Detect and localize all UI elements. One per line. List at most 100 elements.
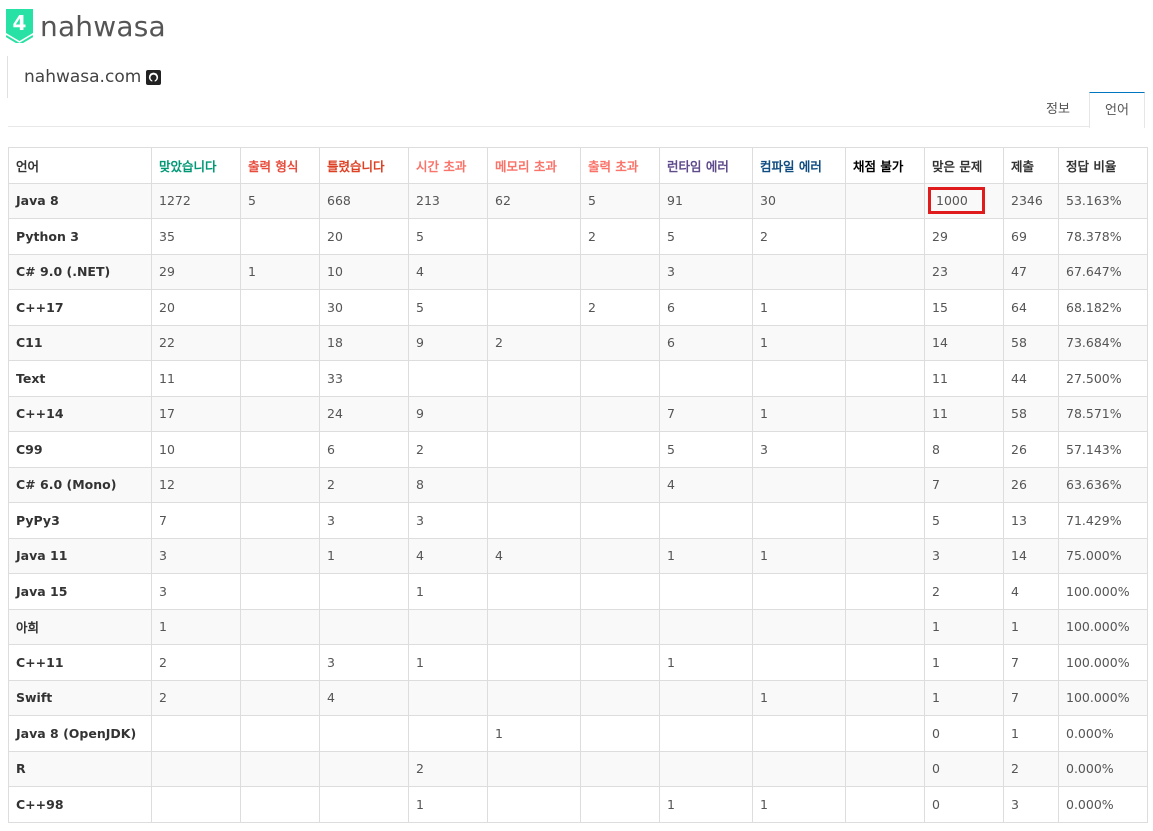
table-cell: 1 (319, 537, 409, 574)
table-cell: 100.000% (1058, 608, 1148, 645)
table-cell (845, 466, 925, 503)
table-cell: 91 (659, 182, 753, 219)
table-header-row: 언어 맞았습니다 출력 형식 틀렸습니다 시간 초과 메모리 초과 출력 초과 런타임 에러 컴… (8, 147, 1148, 184)
table-cell (487, 608, 581, 645)
table-row: Java 15 3 1 2 4 100.000% (8, 573, 1148, 610)
table-cell (240, 395, 320, 432)
table-cell: 5 (408, 218, 488, 255)
table-cell (240, 360, 320, 397)
table-cell (240, 431, 320, 468)
table-cell: 64 (1003, 289, 1059, 326)
table-cell (408, 360, 488, 397)
table-cell: 3 (319, 502, 409, 539)
table-cell: 7 (924, 466, 1004, 503)
language-name-cell: C99 (8, 431, 152, 468)
table-cell: 24 (319, 395, 409, 432)
table-cell: 0.000% (1058, 750, 1148, 787)
table-cell (845, 324, 925, 361)
table-cell: 1 (752, 786, 846, 823)
table-cell (845, 608, 925, 645)
table-cell (240, 502, 320, 539)
table-cell: 2346 (1003, 182, 1059, 219)
language-name-cell: Python 3 (8, 218, 152, 255)
table-cell: 57.143% (1058, 431, 1148, 468)
table-cell (580, 253, 660, 290)
table-cell (240, 324, 320, 361)
table-cell (845, 573, 925, 610)
bio-link[interactable]: nahwasa.com (24, 67, 141, 87)
language-name-cell: 아희 (8, 608, 152, 645)
table-cell: 2 (752, 218, 846, 255)
table-cell (580, 395, 660, 432)
column-header: 출력 초과 (580, 147, 660, 184)
table-row: 아희 1 1 1 100.000% (8, 608, 1148, 645)
table-cell (845, 750, 925, 787)
column-header: 출력 형식 (240, 147, 320, 184)
tier-badge-icon: 4 (6, 9, 33, 43)
table-cell (659, 608, 753, 645)
table-row: Java 11 3 1 4 4 1 1 3 14 75.000% (8, 537, 1148, 574)
table-row: C++14 17 24 9 7 1 11 58 78.571% (8, 395, 1148, 432)
table-cell: 2 (487, 324, 581, 361)
profile-tabs: 정보 언어 (8, 92, 1145, 128)
table-cell: 58 (1003, 395, 1059, 432)
table-cell: 23 (924, 253, 1004, 290)
table-cell: 2 (408, 750, 488, 787)
table-row: Swift 2 4 1 1 7 100.000% (8, 679, 1148, 716)
tab-language[interactable]: 언어 (1089, 92, 1145, 128)
table-cell: 5 (924, 502, 1004, 539)
table-row: C# 9.0 (.NET) 29 1 10 4 3 23 47 67.647% (8, 253, 1148, 290)
table-cell: 15 (924, 289, 1004, 326)
table-cell: 213 (408, 182, 488, 219)
table-cell (487, 573, 581, 610)
language-name-cell: Text (8, 360, 152, 397)
table-cell: 3 (752, 431, 846, 468)
table-cell (240, 573, 320, 610)
table-cell: 11 (924, 395, 1004, 432)
table-cell: 8 (408, 466, 488, 503)
table-cell: 3 (319, 644, 409, 681)
table-row: Text 11 33 11 44 27.500% (8, 360, 1148, 397)
table-cell: 4 (408, 537, 488, 574)
table-cell: 11 (151, 360, 241, 397)
table-cell: 1 (151, 608, 241, 645)
column-header: 채점 불가 (845, 147, 925, 184)
table-cell: 1 (659, 644, 753, 681)
table-cell (752, 608, 846, 645)
table-cell (752, 750, 846, 787)
table-cell: 62 (487, 182, 581, 219)
table-cell (659, 750, 753, 787)
table-cell (659, 360, 753, 397)
table-cell: 20 (319, 218, 409, 255)
table-cell: 44 (1003, 360, 1059, 397)
language-name-cell: Java 11 (8, 537, 152, 574)
table-cell: 2 (151, 644, 241, 681)
table-cell (845, 431, 925, 468)
table-cell: 3 (151, 537, 241, 574)
tab-info[interactable]: 정보 (1030, 92, 1086, 127)
table-cell: 30 (319, 289, 409, 326)
table-cell (659, 679, 753, 716)
table-cell: 78.378% (1058, 218, 1148, 255)
github-icon[interactable] (146, 69, 162, 85)
column-header: 컴파일 에러 (752, 147, 846, 184)
table-cell: 1 (659, 786, 753, 823)
column-header: 틀렸습니다 (319, 147, 409, 184)
language-name-cell: C# 6.0 (Mono) (8, 466, 152, 503)
table-cell: 26 (1003, 431, 1059, 468)
table-cell (487, 786, 581, 823)
table-cell (845, 253, 925, 290)
table-cell: 1 (487, 715, 581, 752)
table-cell: 7 (659, 395, 753, 432)
table-cell: 6 (319, 431, 409, 468)
table-cell (151, 750, 241, 787)
table-cell (487, 218, 581, 255)
table-cell: 5 (659, 431, 753, 468)
language-name-cell: C++11 (8, 644, 152, 681)
table-cell (845, 715, 925, 752)
table-cell (845, 537, 925, 574)
column-header: 제출 (1003, 147, 1059, 184)
table-cell (845, 182, 925, 219)
table-cell (487, 289, 581, 326)
language-name-cell: C# 9.0 (.NET) (8, 253, 152, 290)
